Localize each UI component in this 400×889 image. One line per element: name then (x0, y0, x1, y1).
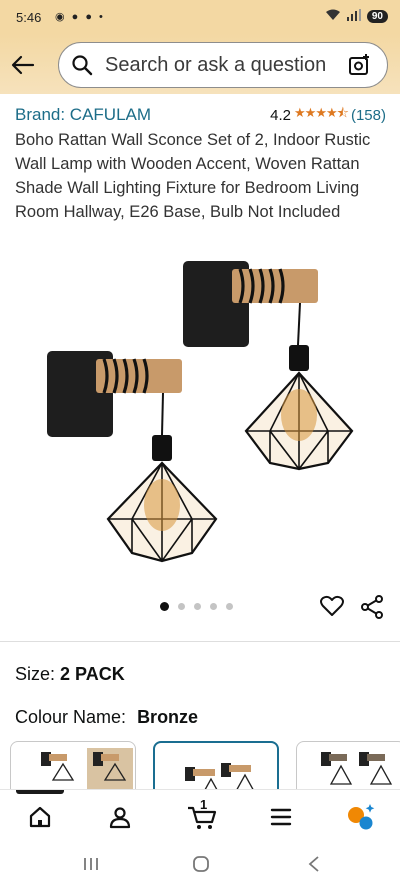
battery-badge: 90 (366, 10, 388, 23)
notification-icons: ◉ ● ● • (55, 11, 105, 23)
colour-label: Colour Name: (15, 707, 127, 727)
search-icon (71, 54, 101, 76)
recent-apps-button[interactable] (82, 855, 100, 873)
size-selector: Size: 2 PACK (15, 664, 125, 685)
colour-value: Bronze (137, 707, 199, 727)
wifi-icon (325, 9, 341, 24)
image-carousel-dots[interactable] (160, 602, 233, 611)
system-navigation-bar (0, 841, 400, 889)
signal-icon (346, 9, 361, 24)
camera-scan-icon[interactable] (347, 53, 377, 77)
size-value: 2 PACK (60, 664, 125, 684)
search-placeholder: Search or ask a question (105, 53, 327, 76)
home-circle-icon (193, 856, 209, 872)
rating-value: 4.2 (270, 106, 292, 124)
chevron-left-icon (308, 856, 319, 872)
menu-icon (270, 808, 292, 826)
heart-icon[interactable] (320, 595, 344, 622)
star-rating-icon: ★★★★⯪ (294, 105, 349, 120)
carousel-dot[interactable] (194, 603, 201, 610)
carousel-dot[interactable] (178, 603, 185, 610)
nav-menu[interactable] (266, 802, 296, 832)
account-icon (109, 807, 131, 829)
share-icon[interactable] (360, 595, 384, 624)
cart-count: 1 (200, 797, 208, 812)
nav-account[interactable] (105, 802, 135, 832)
app-header: Search or ask a question (0, 34, 400, 94)
home-system-button[interactable] (192, 855, 210, 873)
nav-cart[interactable]: 1 (186, 797, 218, 832)
bottom-navigation: 1 (0, 789, 400, 841)
status-bar: 5:46 ◉ ● ● • 90 (0, 0, 400, 34)
carousel-dot[interactable] (226, 603, 233, 610)
carousel-dot[interactable] (210, 603, 217, 610)
review-count: (158) (350, 106, 386, 124)
active-tab-indicator (16, 790, 64, 794)
nav-rufus[interactable] (345, 802, 375, 832)
system-back-button[interactable] (306, 855, 322, 873)
carousel-dot[interactable] (160, 602, 169, 611)
search-input[interactable]: Search or ask a question (58, 42, 388, 88)
nav-home[interactable] (25, 802, 55, 832)
product-image[interactable] (0, 255, 400, 585)
wall-sconce-illustration (47, 261, 354, 563)
colour-selector: Colour Name: Bronze (15, 707, 198, 728)
status-time: 5:46 (16, 10, 42, 25)
rating-summary[interactable]: 4.2 ★★★★⯪ (158) (270, 104, 386, 126)
product-title: Boho Rattan Wall Sconce Set of 2, Indoor… (15, 131, 371, 221)
brand-rating-row: Brand: CAFULAM 4.2 ★★★★⯪ (158) (15, 104, 386, 126)
brand-link[interactable]: Brand: CAFULAM (15, 105, 151, 125)
home-icon (29, 806, 51, 828)
status-right: 90 (325, 9, 388, 24)
arrow-left-icon (11, 55, 35, 75)
recent-apps-icon (84, 858, 98, 870)
size-label: Size: (15, 664, 56, 684)
section-divider (0, 641, 400, 642)
back-button[interactable] (8, 50, 38, 80)
rufus-assistant-icon (348, 804, 375, 830)
